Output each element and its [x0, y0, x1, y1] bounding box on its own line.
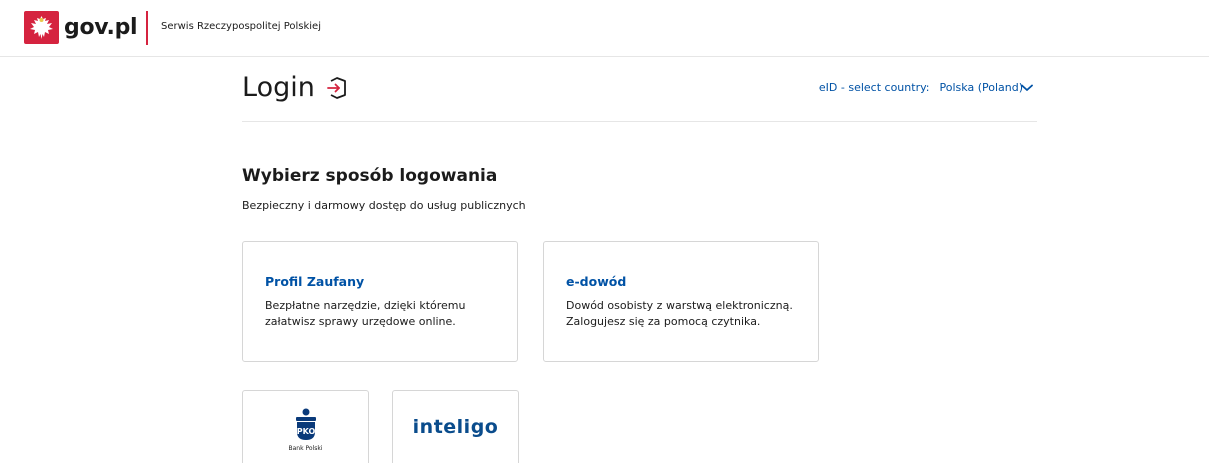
header-divider	[146, 11, 148, 45]
header-rule	[242, 121, 1037, 122]
card-description: Dowód osobisty z warstwą elektroniczną. …	[566, 298, 796, 330]
card-description-line: Bezpłatne narzędzie, dzięki któremu	[265, 299, 466, 312]
pko-bank-polski-logo: PKO	[296, 408, 316, 440]
brand-text: gov.pl	[64, 15, 138, 40]
service-name: Serwis Rzeczypospolitej Polskiej	[161, 21, 321, 32]
card-description-line: Dowód osobisty z warstwą elektroniczną.	[566, 299, 793, 312]
bank-name: Bank Polski	[288, 445, 323, 452]
eid-label: eID - select country:	[818, 81, 930, 94]
login-arrow-icon	[326, 76, 346, 99]
chevron-down-icon	[1021, 84, 1033, 91]
section-heading: Wybierz sposób logowania	[242, 166, 498, 186]
eid-selected-country: Polska (Poland)	[939, 81, 1023, 94]
profil-zaufany-card[interactable]: Profil Zaufany Bezpłatne narzędzie, dzię…	[242, 241, 518, 362]
pko-bank-polski-card[interactable]: PKO Bank Polski	[242, 390, 369, 463]
top-bar: gov.pl Serwis Rzeczypospolitej Polskiej	[0, 0, 1209, 57]
card-description-line: załatwisz sprawy urzędowe online.	[265, 315, 456, 328]
e-dowod-card[interactable]: e-dowód Dowód osobisty z warstwą elektro…	[543, 241, 819, 362]
card-title: Profil Zaufany	[265, 274, 365, 289]
card-description-line: Zalogujesz się za pomocą czytnika.	[566, 315, 761, 328]
svg-text:PKO: PKO	[297, 427, 316, 436]
section-subheading: Bezpieczny i darmowy dostęp do usług pub…	[242, 199, 526, 212]
login-title: Login	[242, 72, 350, 103]
page-title: Login	[242, 72, 315, 103]
eid-country-selector: eID - select country: Polska (Poland)	[819, 81, 1033, 94]
eid-country-dropdown[interactable]: Polska (Poland)	[940, 81, 1033, 94]
card-title: e-dowód	[566, 274, 627, 289]
polish-eagle-emblem-icon	[24, 11, 59, 44]
card-description: Bezpłatne narzędzie, dzięki któremu zała…	[265, 298, 495, 330]
inteligo-logo: inteligo	[412, 416, 499, 438]
inteligo-card[interactable]: inteligo	[392, 390, 519, 463]
gov-pl-home-link[interactable]: gov.pl	[24, 11, 138, 44]
